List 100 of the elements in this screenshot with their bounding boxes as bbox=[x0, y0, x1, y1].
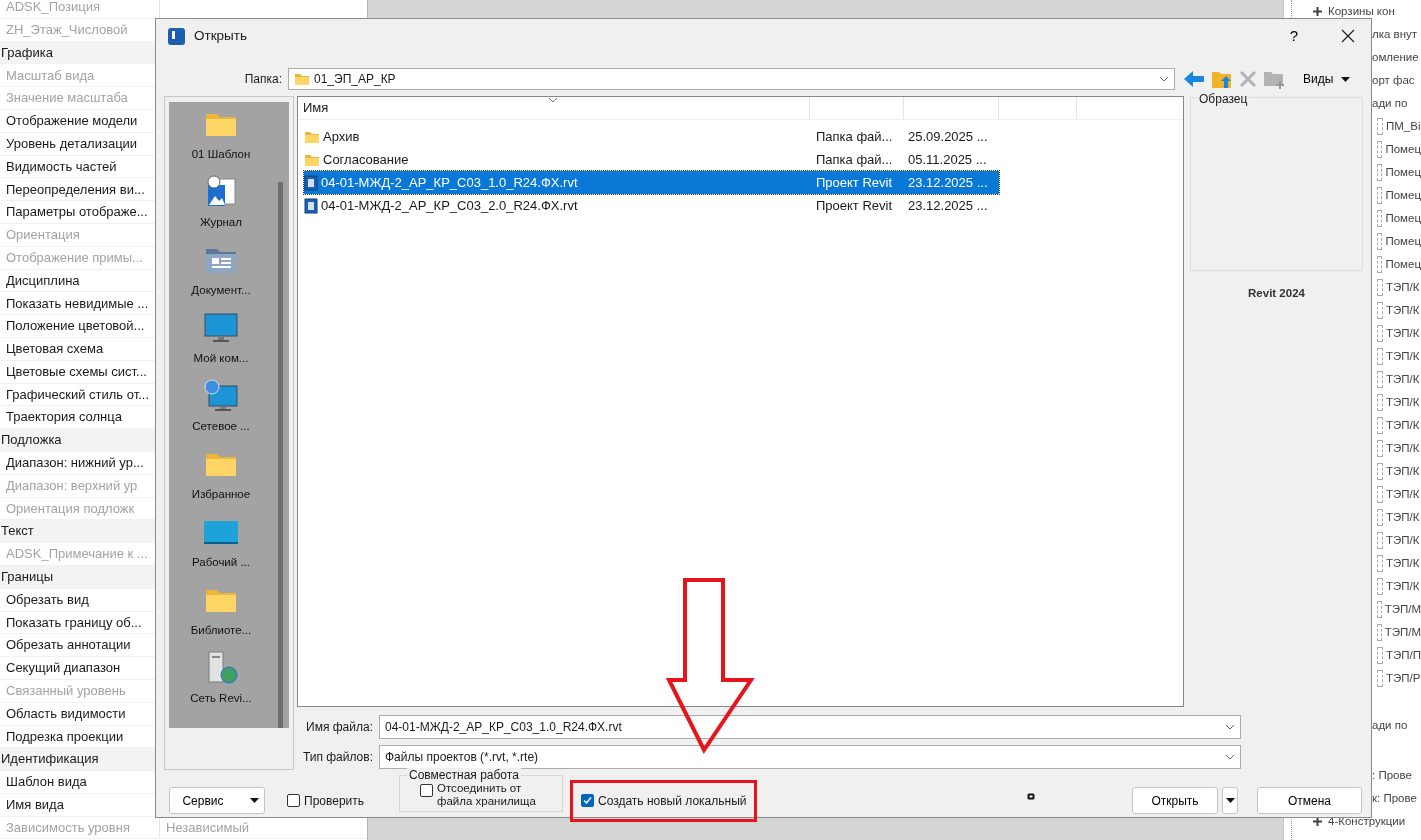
tree-item[interactable]: ади по bbox=[1372, 716, 1408, 735]
caret-icon bbox=[250, 798, 259, 803]
tree-item[interactable]: ТЭП/К bbox=[1386, 554, 1420, 573]
file-date: 23.12.2025 ... bbox=[907, 173, 988, 192]
tree-item[interactable]: ПМ_Ві bbox=[1386, 117, 1421, 136]
property-label: Ориентация подложк bbox=[6, 499, 135, 518]
file-type: Проект Revit bbox=[815, 196, 894, 215]
tree-item[interactable]: омление bbox=[1372, 48, 1419, 67]
tree-item[interactable]: ТЭП/К bbox=[1386, 393, 1420, 412]
chevron-icon bbox=[1225, 754, 1235, 760]
place-button[interactable]: Документ... bbox=[169, 238, 273, 306]
property-label: Траектория солнца bbox=[6, 408, 122, 427]
file-row[interactable]: 04-01-МЖД-2_АР_КР_С03_1.0_R24.ФХ.rvt Проект Revit 23.12.2025 ... bbox=[304, 171, 999, 194]
tree-item[interactable]: : Прове bbox=[1372, 766, 1412, 785]
checkbox-label[interactable]: Проверить bbox=[304, 791, 364, 810]
folder-icon bbox=[304, 152, 320, 167]
place-button[interactable]: Библиоте... bbox=[169, 578, 273, 646]
folder-icon bbox=[304, 129, 320, 144]
checkbox[interactable] bbox=[420, 784, 433, 797]
tree-item[interactable]: орт фас bbox=[1372, 71, 1415, 90]
tree-item[interactable]: ТЭП/К bbox=[1386, 301, 1420, 320]
tree-item[interactable]: ТЭП/К bbox=[1386, 347, 1420, 366]
file-name: 04-01-МЖД-2_АР_КР_С03_1.0_R24.ФХ.rvt bbox=[321, 173, 578, 192]
tree-item[interactable]: ТЭП/К bbox=[1386, 462, 1420, 481]
file-name: Архив bbox=[323, 127, 360, 146]
tree-item[interactable]: ТЭП/К bbox=[1386, 278, 1420, 297]
tree-item[interactable]: Помец bbox=[1385, 140, 1421, 159]
folder-dropdown[interactable]: 01_ЭП_АР_КР bbox=[288, 68, 1175, 90]
place-button[interactable]: Журнал bbox=[169, 170, 273, 238]
open-button[interactable]: Открыть bbox=[1132, 787, 1218, 814]
preview-caption: Revit 2024 bbox=[1248, 287, 1305, 299]
checkbox[interactable] bbox=[581, 794, 594, 807]
property-label: Цветовые схемы сист... bbox=[6, 362, 147, 381]
property-label: Шаблон вида bbox=[6, 773, 87, 792]
place-button[interactable]: Рабочий ... bbox=[169, 510, 273, 578]
property-label: Подрезка проекции bbox=[6, 727, 124, 746]
scrollbar-thumb[interactable] bbox=[278, 182, 283, 728]
caret-icon bbox=[1341, 76, 1351, 82]
tree-item[interactable]: Помец bbox=[1385, 255, 1421, 274]
tree-item[interactable]: ТЭП/Р bbox=[1386, 669, 1421, 688]
tree-item[interactable]: Помец bbox=[1385, 186, 1421, 205]
property-group-header: Графика bbox=[1, 43, 53, 62]
tree-item[interactable]: ТЭП/К bbox=[1386, 416, 1420, 435]
field-label: Имя файла: bbox=[306, 720, 373, 734]
expand-icon[interactable] bbox=[1312, 6, 1323, 17]
tree-item[interactable]: ТЭП/К bbox=[1386, 531, 1420, 550]
views-button[interactable]: Виды bbox=[1301, 70, 1353, 88]
property-label: Уровень детализации bbox=[6, 134, 138, 153]
checkbox-label[interactable]: Создать новый локальный bbox=[598, 791, 747, 810]
tree-item[interactable]: ТЭП/К bbox=[1386, 485, 1420, 504]
tree-item[interactable]: ТЭП/К bbox=[1386, 577, 1420, 596]
tree-item[interactable]: Помец bbox=[1385, 163, 1421, 182]
close-icon[interactable] bbox=[1341, 29, 1355, 43]
column-header[interactable]: Имя bbox=[303, 98, 329, 118]
place-button[interactable]: Избранное bbox=[169, 442, 273, 510]
property-label: Параметры отображе... bbox=[6, 203, 148, 222]
tree-item[interactable]: ТЭП/М bbox=[1384, 600, 1421, 619]
chevron-icon bbox=[1225, 724, 1235, 730]
tree-item[interactable]: Помец bbox=[1385, 209, 1421, 228]
tree-item[interactable]: Корзины кон bbox=[1328, 2, 1395, 21]
tree-item[interactable]: ТЭП/К bbox=[1386, 439, 1420, 458]
tools-button[interactable]: Сервис bbox=[169, 787, 265, 814]
property-label: Цветовая схема bbox=[6, 340, 104, 359]
property-label: Дисциплина bbox=[6, 271, 80, 290]
property-label: Зависимость уровня bbox=[6, 818, 130, 837]
property-label: Область видимости bbox=[6, 704, 126, 723]
property-label: Показать невидимые ... bbox=[6, 294, 149, 313]
folder-icon bbox=[294, 72, 310, 86]
property-label: Ориентация bbox=[6, 226, 80, 245]
help-button[interactable]: ? bbox=[1271, 19, 1317, 53]
tree-item[interactable]: ТЭП/К bbox=[1386, 508, 1420, 527]
tree-item[interactable]: ТЭП/К bbox=[1386, 370, 1420, 389]
sort-icon[interactable] bbox=[548, 97, 558, 103]
file-row[interactable]: Архив Папка фай... 25.09.2025 ... bbox=[304, 125, 999, 148]
file-date: 25.09.2025 ... bbox=[907, 127, 988, 146]
file-name-field[interactable]: 04-01-МЖД-2_АР_КР_С03_1.0_R24.ФХ.rvt bbox=[379, 715, 1241, 739]
back-arrow-icon[interactable] bbox=[1183, 70, 1205, 88]
file-type-dropdown[interactable]: Файлы проектов (*.rvt, *.rte) bbox=[379, 745, 1241, 769]
place-button[interactable]: Сеть Revi... bbox=[169, 646, 273, 714]
checkbox-label[interactable]: Отсоединить от файла хранилища bbox=[437, 782, 555, 808]
place-button[interactable]: Сетевое ... bbox=[169, 374, 273, 442]
property-label: Обрезать аннотации bbox=[6, 636, 131, 655]
checkbox[interactable] bbox=[287, 794, 300, 807]
tree-item[interactable]: Помец bbox=[1385, 232, 1421, 251]
place-button[interactable]: 01 Шаблон bbox=[169, 102, 273, 170]
tree-item[interactable]: лка внут bbox=[1372, 25, 1418, 44]
property-label: Переопределения ви... bbox=[6, 180, 145, 199]
property-label: Диапазон: нижний ур... bbox=[6, 454, 144, 473]
property-label: Показать границу об... bbox=[6, 613, 142, 632]
file-row[interactable]: 04-01-МЖД-2_АР_КР_С03_2.0_R24.ФХ.rvt Проект Revit 23.12.2025 ... bbox=[304, 194, 999, 217]
tree-item[interactable]: ТЭП/П bbox=[1385, 646, 1421, 665]
file-row[interactable]: Согласование Папка фай... 05.11.2025 ... bbox=[304, 148, 999, 171]
tree-item[interactable]: ади по bbox=[1372, 94, 1408, 113]
tree-item[interactable]: ТЭП/М bbox=[1384, 623, 1421, 642]
folder-arrow-icon[interactable] bbox=[1211, 69, 1233, 89]
cancel-button[interactable]: Отмена bbox=[1257, 787, 1362, 814]
place-button[interactable]: Мой ком... bbox=[169, 306, 273, 374]
file-name: Согласование bbox=[323, 150, 409, 169]
tree-item[interactable]: к: Прове bbox=[1372, 789, 1417, 808]
tree-item[interactable]: ТЭП/К bbox=[1386, 324, 1420, 343]
